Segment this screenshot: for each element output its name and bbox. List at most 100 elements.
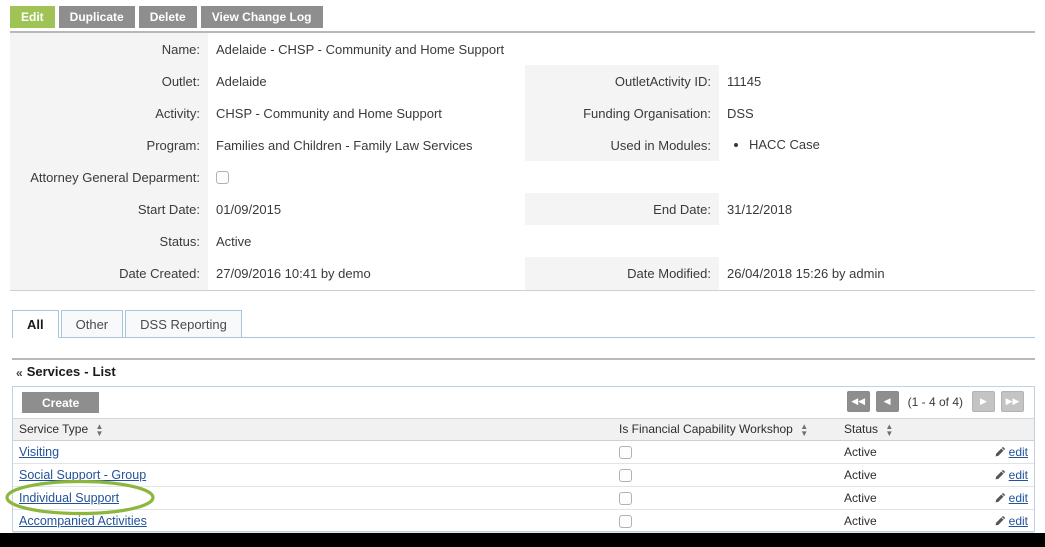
tab-all[interactable]: All <box>12 310 59 338</box>
table-row: Accompanied Activities Active edit <box>13 509 1034 533</box>
view-change-log-button[interactable]: View Change Log <box>200 6 323 28</box>
tab-other[interactable]: Other <box>60 310 124 337</box>
cell-service-type: Accompanied Activities <box>13 509 613 533</box>
field-row-outlet: Outlet: Adelaide OutletActivity ID: 1114… <box>10 65 1035 97</box>
edit-link[interactable]: edit <box>1009 491 1028 505</box>
double-chevron-up-icon[interactable]: « <box>16 367 23 379</box>
attorney-general-checkbox[interactable] <box>216 170 229 184</box>
column-header-is-financial-capability-workshop[interactable]: Is Financial Capability Workshop ▲ ▼ <box>613 419 838 441</box>
name-label: Name: <box>10 33 208 65</box>
detail-form: Name: Adelaide - CHSP - Community and Ho… <box>10 33 1035 291</box>
end-date-label: End Date: <box>525 193 719 225</box>
start-date-value: 01/09/2015 <box>208 193 525 225</box>
field-row-dates: Start Date: 01/09/2015 End Date: 31/12/2… <box>10 193 1035 225</box>
field-row-status: Status: Active <box>10 225 1035 257</box>
funding-organisation-value: DSS <box>719 97 1033 129</box>
edit-link[interactable]: edit <box>1009 514 1028 528</box>
panel-divider <box>12 358 1035 360</box>
pencil-icon <box>995 469 1005 479</box>
date-created-label: Date Created: <box>10 257 208 290</box>
field-row-name: Name: Adelaide - CHSP - Community and Ho… <box>10 33 1035 65</box>
sort-arrows-icon[interactable]: ▲ ▼ <box>96 422 104 437</box>
services-table: Service Type ▲ ▼ Is Financial Capability … <box>13 419 1034 533</box>
next-page-button[interactable]: ▶ <box>972 391 995 412</box>
is-fcw-checkbox[interactable] <box>619 514 632 528</box>
create-button[interactable]: Create <box>22 392 100 413</box>
services-panel-header: « Services - List <box>16 364 116 379</box>
panel-title-text: Services <box>26 364 81 379</box>
delete-button[interactable]: Delete <box>138 6 197 28</box>
edit-link[interactable]: edit <box>1009 445 1028 459</box>
cell-actions: edit <box>958 463 1034 487</box>
is-fcw-checkbox[interactable] <box>619 468 632 482</box>
column-header-status[interactable]: Status ▲ ▼ <box>838 419 958 441</box>
outlet-activity-detail-page: Edit Duplicate Delete View Change Log Na… <box>0 0 1045 547</box>
sort-arrows-icon[interactable]: ▲ ▼ <box>800 422 808 437</box>
outlet-activity-id-label: OutletActivity ID: <box>525 65 719 97</box>
funding-organisation-label: Funding Organisation: <box>525 97 719 129</box>
column-header-actions <box>958 419 1034 441</box>
pencil-icon <box>995 492 1005 502</box>
panel-title-separator: - <box>84 364 89 379</box>
cell-actions: edit <box>958 440 1034 464</box>
attorney-general-value <box>208 161 1025 193</box>
tab-strip: All Other DSS Reporting <box>12 310 1035 338</box>
table-row: Social Support - Group Active edit <box>13 463 1034 487</box>
service-type-link[interactable]: Accompanied Activities <box>19 514 147 528</box>
attorney-general-label: Attorney General Deparment: <box>10 161 208 193</box>
cell-is-financial-capability-workshop <box>613 486 838 510</box>
date-created-value: 27/09/2016 10:41 by demo <box>208 257 525 290</box>
table-row: Visiting Active edit <box>13 440 1034 464</box>
date-modified-label: Date Modified: <box>525 257 719 290</box>
cell-is-financial-capability-workshop <box>613 463 838 487</box>
pagination-count: (1 - 4 of 4) <box>907 394 963 409</box>
sort-arrows-icon[interactable]: ▲ ▼ <box>885 422 893 437</box>
field-row-program: Program: Families and Children - Family … <box>10 129 1035 161</box>
service-type-link[interactable]: Visiting <box>19 445 59 459</box>
tab-dss-reporting[interactable]: DSS Reporting <box>125 310 242 337</box>
first-page-button[interactable]: ◀◀ <box>846 391 870 412</box>
cell-status: Active <box>838 486 958 510</box>
cell-service-type: Social Support - Group <box>13 463 613 487</box>
used-in-modules-item: HACC Case <box>749 138 820 152</box>
status-value: Active <box>208 225 1025 257</box>
is-fcw-checkbox[interactable] <box>619 445 632 459</box>
table-row: Individual Support Active edit <box>13 486 1034 510</box>
used-in-modules-label: Used in Modules: <box>525 129 719 161</box>
pagination-controls: ◀◀ ◀ (1 - 4 of 4) ▶ ▶▶ <box>846 391 1024 412</box>
end-date-value: 31/12/2018 <box>719 193 1033 225</box>
field-row-attorney-general: Attorney General Deparment: <box>10 161 1035 193</box>
program-label: Program: <box>10 129 208 161</box>
is-fcw-checkbox[interactable] <box>619 491 632 505</box>
cell-service-type: Visiting <box>13 440 613 464</box>
panel-subtitle-text: List <box>92 364 116 379</box>
outlet-activity-id-value: 11145 <box>719 65 1033 97</box>
cell-status: Active <box>838 440 958 464</box>
previous-page-button[interactable]: ◀ <box>875 391 899 412</box>
list-toolbar: Create ◀◀ ◀ (1 - 4 of 4) ▶ ▶▶ <box>13 387 1034 419</box>
bottom-black-bar <box>0 533 1045 547</box>
service-type-link[interactable]: Social Support - Group <box>19 468 146 482</box>
cell-service-type: Individual Support <box>13 486 613 510</box>
edit-button[interactable]: Edit <box>10 6 55 28</box>
duplicate-button[interactable]: Duplicate <box>58 6 135 28</box>
last-page-button[interactable]: ▶▶ <box>1001 391 1024 412</box>
activity-label: Activity: <box>10 97 208 129</box>
column-header-is-fcw-label: Is Financial Capability Workshop <box>619 421 793 436</box>
table-header-row: Service Type ▲ ▼ Is Financial Capability … <box>13 419 1034 441</box>
action-toolbar: Edit Duplicate Delete View Change Log <box>10 6 323 28</box>
used-in-modules-list: HACC Case <box>727 138 820 152</box>
column-header-service-type-label: Service Type <box>19 421 89 436</box>
name-value: Adelaide - CHSP - Community and Home Sup… <box>208 33 1025 65</box>
services-list-panel: Create ◀◀ ◀ (1 - 4 of 4) ▶ ▶▶ Service Ty… <box>12 386 1035 533</box>
field-row-activity: Activity: CHSP - Community and Home Supp… <box>10 97 1035 129</box>
cell-is-financial-capability-workshop <box>613 440 838 464</box>
activity-value: CHSP - Community and Home Support <box>208 97 525 129</box>
edit-link[interactable]: edit <box>1009 468 1028 482</box>
service-type-link[interactable]: Individual Support <box>19 491 119 505</box>
used-in-modules-value: HACC Case <box>719 129 1033 161</box>
cell-actions: edit <box>958 486 1034 510</box>
column-header-service-type[interactable]: Service Type ▲ ▼ <box>13 419 613 441</box>
cell-status: Active <box>838 463 958 487</box>
cell-actions: edit <box>958 509 1034 533</box>
